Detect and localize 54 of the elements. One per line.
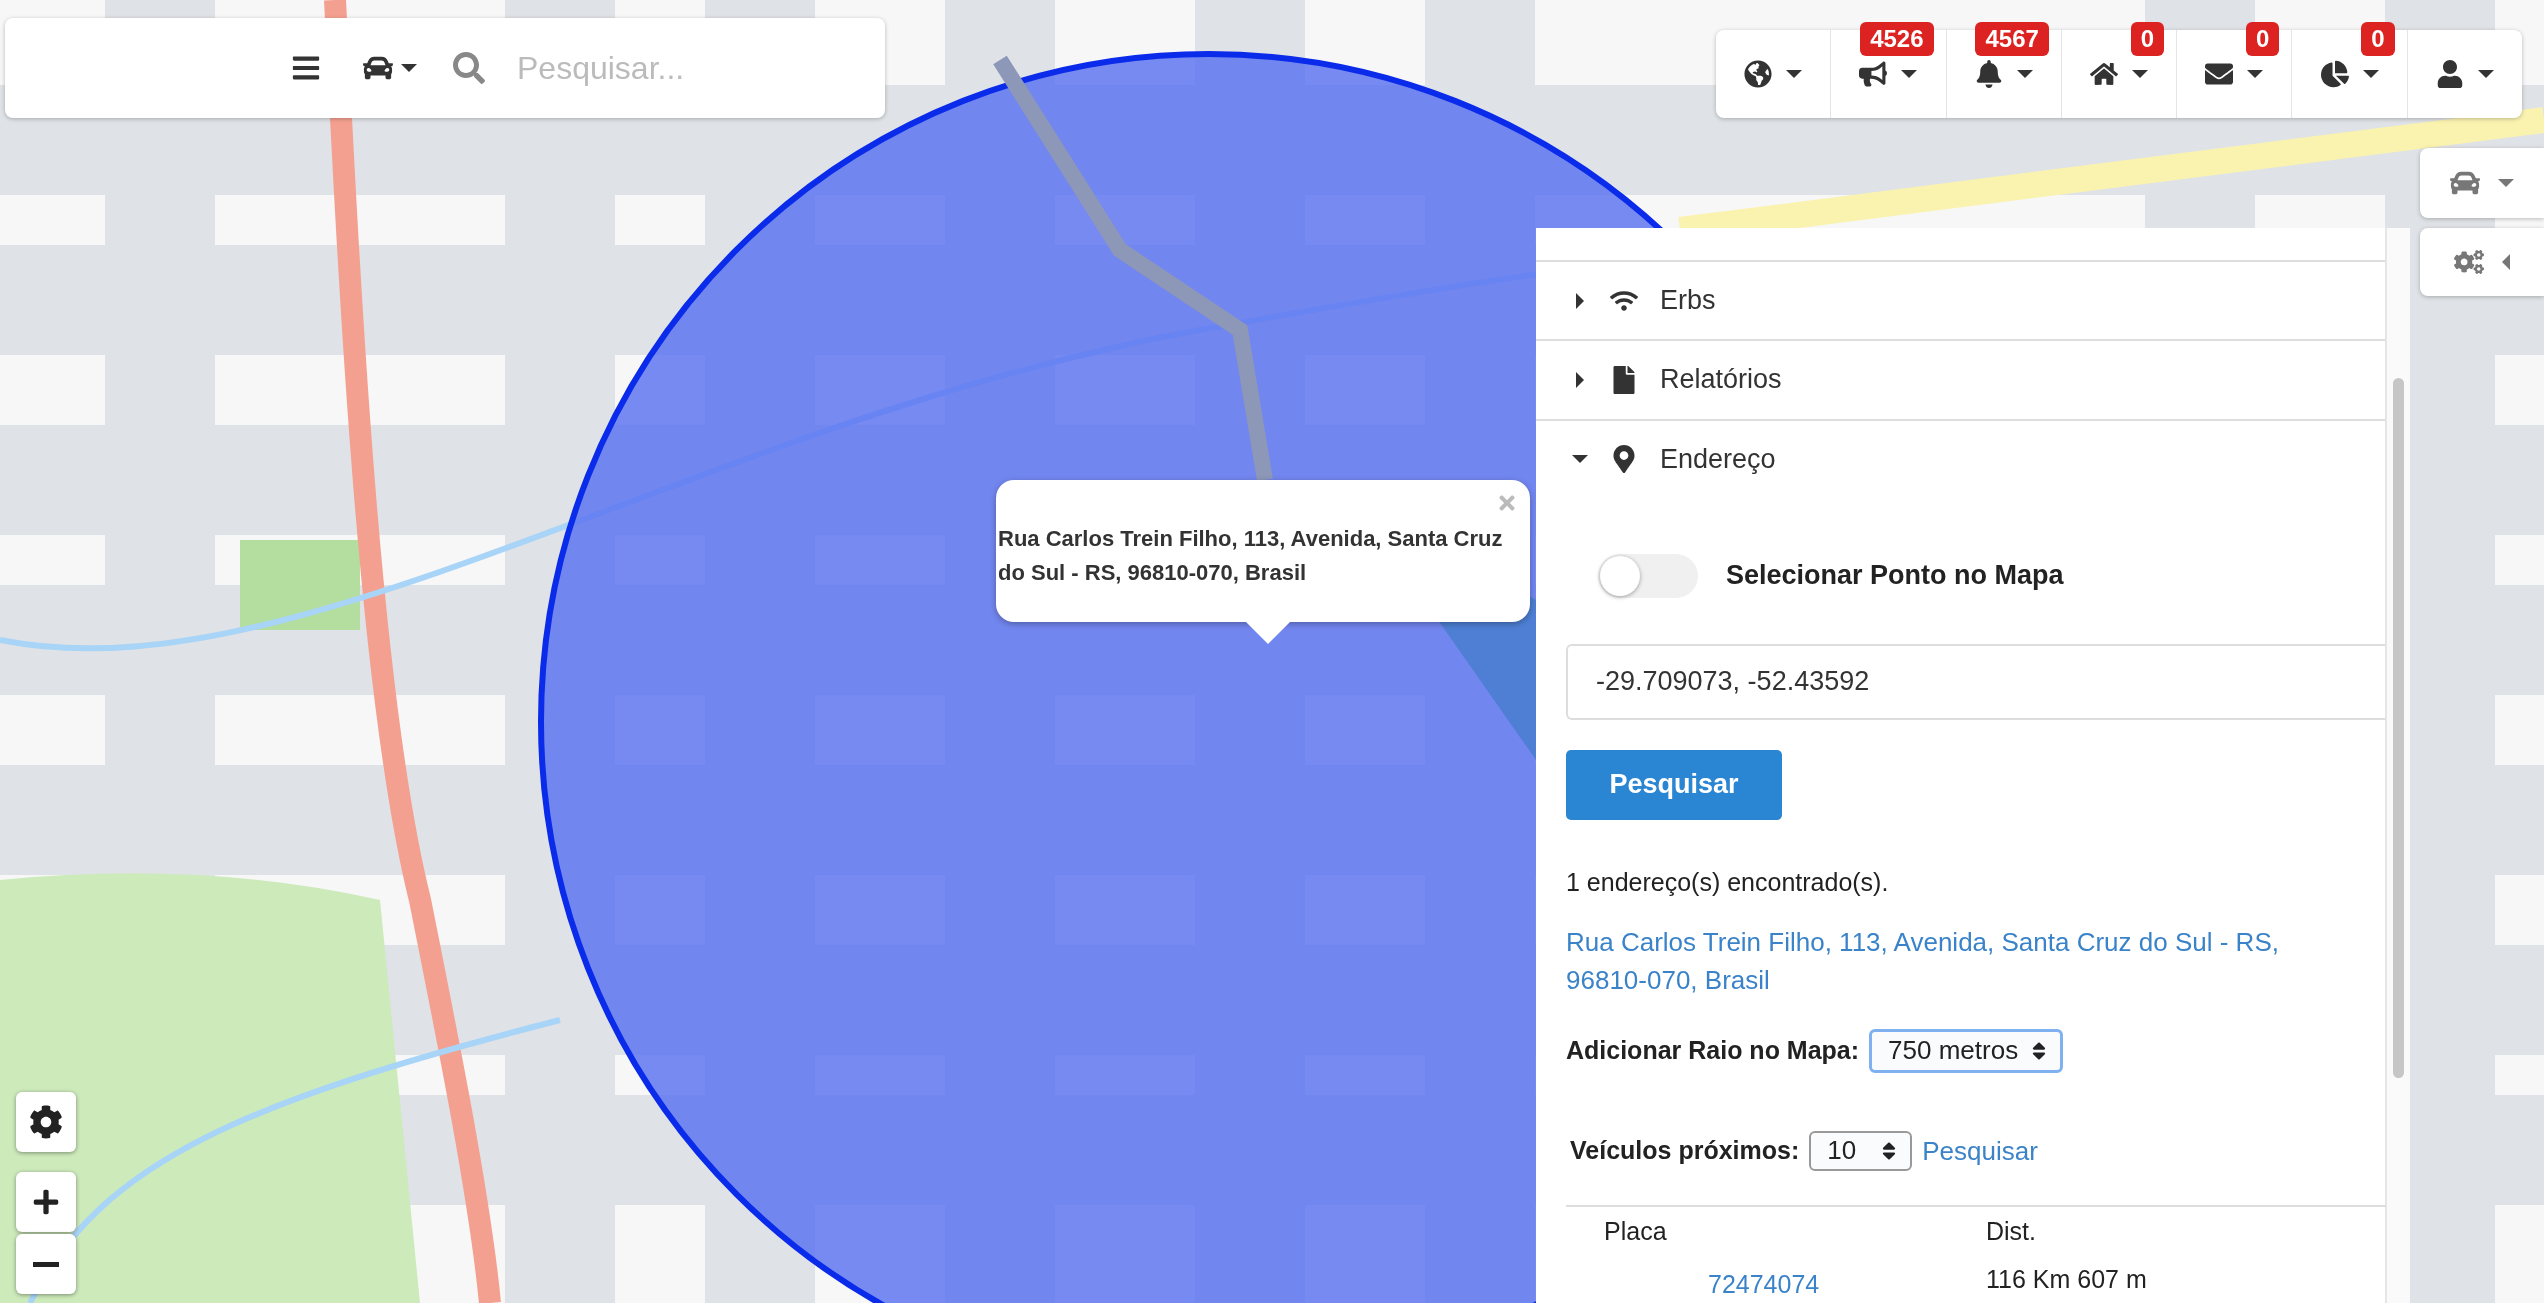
plus-icon xyxy=(32,1188,60,1216)
pie-chart-icon xyxy=(2320,60,2349,88)
caret-icon xyxy=(2502,254,2510,270)
count-badge: 0 xyxy=(2361,22,2395,56)
caret-icon xyxy=(1576,372,1584,388)
caret-icon xyxy=(2016,70,2033,78)
home-icon xyxy=(2090,60,2118,88)
scrollbar[interactable] xyxy=(2387,228,2410,1303)
user-icon xyxy=(2435,60,2464,88)
globe-icon xyxy=(1744,60,1773,88)
column-header: Placa xyxy=(1603,1216,1668,1247)
caret-icon xyxy=(2498,179,2514,187)
caret-icon xyxy=(2362,70,2379,78)
column-header: Dist. xyxy=(1986,1216,2037,1247)
minus-icon xyxy=(33,1261,59,1267)
close-icon xyxy=(1496,492,1518,514)
address-field[interactable]: -29.709073, -52.43592 xyxy=(1566,644,2385,720)
section-title: Relatórios xyxy=(1660,364,1782,396)
address-link[interactable]: Rua Carlos Trein Filho, 113, Avenida, Santa Cruz do Sul - RS, 96810-070, Brasil xyxy=(1566,923,2366,999)
result-count: 1 endereço(s) encontrado(s). xyxy=(1566,868,1890,897)
settings-button[interactable] xyxy=(16,1092,76,1152)
count-badge: 0 xyxy=(2246,22,2280,56)
caret-icon xyxy=(1901,70,1918,78)
plate-link[interactable]: 72474074 xyxy=(1708,1270,1820,1298)
toggle-label: Selecionar Ponto no Mapa xyxy=(1726,560,2064,592)
nearby-label: Veículos próximos: xyxy=(1570,1136,1800,1166)
search-icon xyxy=(453,52,485,84)
search-button[interactable]: Pesquisar xyxy=(1566,750,1782,820)
caret-icon xyxy=(401,64,417,72)
section-title: Erbs xyxy=(1660,285,1716,317)
settings-toggle[interactable] xyxy=(2420,228,2544,296)
bell-icon xyxy=(1974,60,2003,88)
table-cell-text: 116 Km 607 m xyxy=(1986,1264,2148,1295)
caret-icon xyxy=(2132,70,2148,78)
count-badge: 0 xyxy=(2130,22,2165,56)
radius-label: Adicionar Raio no Mapa: xyxy=(1566,1036,1860,1066)
caret-icon xyxy=(1572,455,1588,464)
caret-icon xyxy=(1786,70,1803,78)
zoom-out-button[interactable] xyxy=(16,1234,76,1294)
toggle-switch[interactable] xyxy=(1598,554,1698,598)
caret-icon xyxy=(2477,70,2494,78)
section-title: Endereço xyxy=(1660,443,1776,475)
caret-icon xyxy=(2247,70,2264,78)
search-link[interactable]: Pesquisar xyxy=(1922,1132,2038,1170)
gears-icon xyxy=(2454,247,2484,277)
count-select[interactable]: 10 xyxy=(1809,1131,1913,1171)
popup-address: Rua Carlos Trein Filho, 113, Avenida, Santa Cruz do Sul - RS, 96810-070, Brasil xyxy=(998,525,1504,587)
count-badge: 4567 xyxy=(1975,22,2049,56)
settings-icon xyxy=(29,1105,63,1139)
count-badge: 4526 xyxy=(1860,22,1934,56)
megaphone-icon xyxy=(1859,60,1888,88)
radius-select[interactable]: 750 metros xyxy=(1869,1029,2064,1073)
caret-icon xyxy=(1576,292,1584,309)
zoom-in-button[interactable] xyxy=(16,1172,76,1232)
